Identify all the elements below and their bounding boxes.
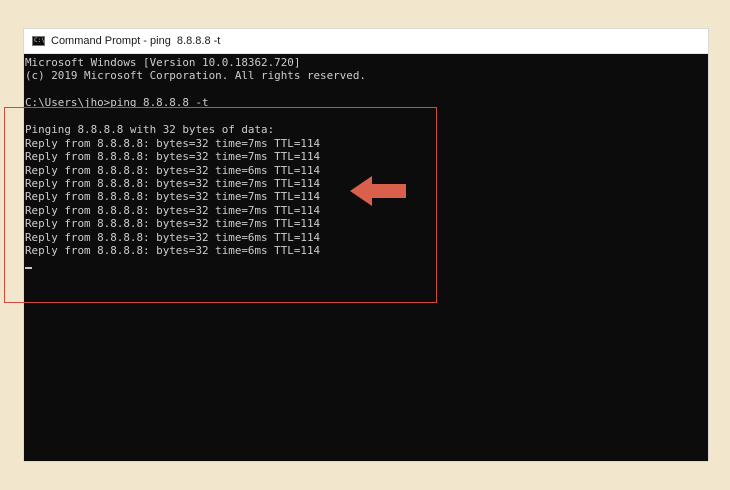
console-line: C:\Users\jho>ping 8.8.8.8 -t	[25, 96, 209, 110]
text-cursor	[25, 266, 32, 269]
console-app-icon-glyph: C:\	[34, 37, 45, 44]
command-prompt-window[interactable]: C:\ Command Prompt - ping 8.8.8.8 -t Mic…	[24, 29, 708, 461]
console-line: Reply from 8.8.8.8: bytes=32 time=6ms TT…	[25, 163, 321, 177]
window-title: Command Prompt - ping 8.8.8.8 -t	[51, 35, 221, 47]
console-cursor-line	[25, 258, 708, 271]
console-line: Pinging 8.8.8.8 with 32 bytes of data:	[25, 123, 275, 137]
console-line: (c) 2019 Microsoft Corporation. All righ…	[25, 69, 366, 83]
console-output[interactable]: Microsoft Windows [Version 10.0.18362.72…	[24, 55, 708, 461]
console-line: Reply from 8.8.8.8: bytes=32 time=6ms TT…	[25, 230, 321, 244]
console-line: Reply from 8.8.8.8: bytes=32 time=7ms TT…	[25, 150, 321, 164]
left-arrow-icon	[350, 176, 406, 206]
title-bar[interactable]: C:\ Command Prompt - ping 8.8.8.8 -t	[24, 29, 708, 54]
console-line: Reply from 8.8.8.8: bytes=32 time=7ms TT…	[25, 217, 321, 231]
console-line: Microsoft Windows [Version 10.0.18362.72…	[25, 56, 301, 69]
console-line: Reply from 8.8.8.8: bytes=32 time=6ms TT…	[25, 244, 321, 258]
console-app-icon: C:\	[32, 36, 45, 46]
console-line: Reply from 8.8.8.8: bytes=32 time=7ms TT…	[25, 136, 321, 150]
